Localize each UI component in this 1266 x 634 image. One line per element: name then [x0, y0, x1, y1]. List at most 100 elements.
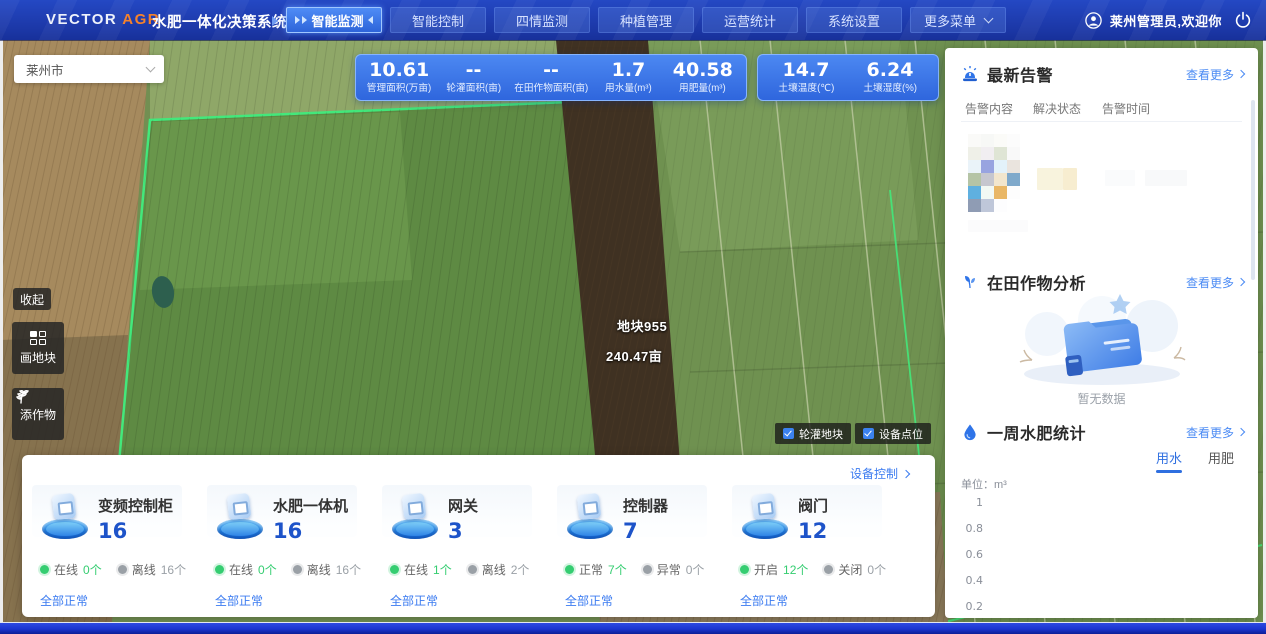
status-offline: 离线16个	[293, 561, 361, 578]
tab-system-settings[interactable]: 系统设置	[806, 7, 902, 33]
all-normal-link[interactable]: 全部正常	[565, 592, 740, 609]
device-card-gateway[interactable]: 网关 3 在线1个 离线2个 全部正常	[390, 491, 565, 609]
device-control-link[interactable]: 设备控制	[850, 465, 909, 482]
y-axis-tick: 0.2	[959, 600, 983, 613]
status-closed: 关闭0个	[824, 561, 886, 578]
mosaic-cell	[981, 186, 994, 199]
y-axis-tick: 0.4	[959, 574, 983, 587]
app-root: 莱州市 10.61 管理面积(万亩) -- 轮灌面积(亩) -- 在田作物面积(…	[0, 0, 1266, 634]
stat-managed-area: 10.61 管理面积(万亩)	[362, 58, 436, 97]
plot-area-label: 240.47亩	[606, 346, 662, 365]
device-cards: 变频控制柜 16 在线0个 离线16个 全部正常 水肥一体机 16	[40, 491, 925, 609]
device-card-vfd-cabinet[interactable]: 变频控制柜 16 在线0个 离线16个 全部正常	[40, 491, 215, 609]
status-offline: 离线16个	[118, 561, 186, 578]
device-card-valve[interactable]: 阀门 12 开启12个 关闭0个 全部正常	[740, 491, 915, 609]
tab-four-conditions[interactable]: 四情监测	[494, 7, 590, 33]
chevron-right-icon	[1237, 278, 1245, 286]
water-drop-icon	[961, 423, 979, 441]
collapse-button[interactable]: 收起	[13, 288, 51, 310]
checkbox-checked-icon[interactable]	[863, 428, 874, 439]
soil-stats-box: 14.7 土壤温度(℃) 6.24 土壤湿度(%)	[757, 54, 939, 101]
arrow-right-icon	[295, 16, 300, 24]
device-name: 水肥一体机	[273, 495, 348, 516]
device-name: 阀门	[798, 495, 828, 516]
mosaic-cell	[1007, 186, 1020, 199]
alerts-more-link[interactable]: 查看更多	[1186, 66, 1244, 83]
farm-stats-box: 10.61 管理面积(万亩) -- 轮灌面积(亩) -- 在田作物面积(亩) 1…	[355, 54, 747, 101]
device-card-controller[interactable]: 控制器 7 正常7个 异常0个 全部正常	[565, 491, 740, 609]
mosaic-cell	[994, 186, 1007, 199]
mosaic-cell	[968, 173, 981, 186]
city-selector-dropdown[interactable]: 莱州市	[14, 55, 164, 83]
all-normal-link[interactable]: 全部正常	[390, 592, 565, 609]
stat-water-usage: 1.7 用水量(m³)	[591, 58, 665, 97]
checkbox-checked-icon[interactable]	[783, 428, 794, 439]
status-online: 在线1个	[390, 561, 452, 578]
toggle-irrigation-plots[interactable]: 轮灌地块	[775, 423, 851, 444]
tab-planting-management[interactable]: 种植管理	[598, 7, 694, 33]
device-3d-icon	[215, 491, 265, 543]
col-resolve-status: 解决状态	[1033, 100, 1102, 117]
status-dot-gray	[643, 565, 652, 574]
logo: VECTORAGR	[46, 11, 160, 28]
status-dot-green	[565, 565, 574, 574]
user-greeting: 莱州管理员,欢迎你	[1110, 11, 1222, 30]
empty-state-text: 暂无数据	[945, 390, 1258, 407]
tab-smart-control[interactable]: 智能控制	[390, 7, 486, 33]
y-axis-tick: 0.6	[959, 548, 983, 561]
bottom-frame-bar	[0, 622, 1266, 634]
tab-smart-monitoring[interactable]: 智能监测	[286, 7, 382, 33]
device-count: 16	[98, 519, 173, 543]
stats-bar: 10.61 管理面积(万亩) -- 轮灌面积(亩) -- 在田作物面积(亩) 1…	[355, 54, 939, 101]
col-alert-content: 告警内容	[965, 100, 1033, 117]
toggle-device-points[interactable]: 设备点位	[855, 423, 931, 444]
mosaic-cell	[981, 134, 994, 147]
mosaic-cell	[994, 160, 1007, 173]
tab-fertilizer-usage[interactable]: 用肥	[1208, 448, 1234, 473]
draw-plot-button[interactable]: 画地块	[12, 322, 64, 374]
device-count: 16	[273, 519, 348, 543]
user-info[interactable]: 莱州管理员,欢迎你	[1085, 0, 1222, 40]
logo-vector-text: VECTOR	[46, 11, 117, 28]
chevron-right-icon	[1237, 70, 1245, 78]
device-count: 3	[448, 519, 478, 543]
device-count: 12	[798, 519, 828, 543]
stat-fertilizer-usage: 40.58 用肥量(m³)	[666, 58, 740, 97]
top-nav-bar: VECTORAGR 水肥一体化决策系统 智能监测 智能控制 四情监测 种植管理 …	[0, 0, 1266, 40]
tab-operation-stats[interactable]: 运营统计	[702, 7, 798, 33]
nav-tabs: 智能监测 智能控制 四情监测 种植管理 运营统计 系统设置 更多菜单	[286, 7, 1006, 33]
mosaic-block	[1145, 170, 1187, 186]
weekly-more-link[interactable]: 查看更多	[1186, 424, 1244, 441]
status-dot-green	[740, 565, 749, 574]
tab-water-usage[interactable]: 用水	[1156, 448, 1182, 473]
divider	[961, 121, 1242, 122]
status-online: 在线0个	[215, 561, 277, 578]
mosaic-cell	[1007, 160, 1020, 173]
grid-icon	[30, 331, 46, 345]
add-crop-button[interactable]: 添作物	[12, 388, 64, 440]
mosaic-cell	[994, 173, 1007, 186]
user-avatar-icon	[1085, 12, 1102, 29]
status-dot-gray	[118, 565, 127, 574]
wheat-icon	[12, 388, 30, 404]
y-axis-tick: 1	[959, 496, 983, 509]
empty-state-illustration	[992, 286, 1212, 390]
window-frame-left	[0, 40, 3, 622]
power-icon[interactable]	[1234, 11, 1252, 29]
mosaic-cell	[994, 134, 1007, 147]
all-normal-link[interactable]: 全部正常	[215, 592, 390, 609]
device-name: 变频控制柜	[98, 495, 173, 516]
alert-mosaic-grid	[968, 134, 1020, 212]
arrow-left-icon	[368, 16, 373, 24]
device-card-fertigation-machine[interactable]: 水肥一体机 16 在线0个 离线16个 全部正常	[215, 491, 390, 609]
device-name: 控制器	[623, 495, 668, 516]
tab-more-menu[interactable]: 更多菜单	[910, 7, 1006, 33]
mosaic-cell	[981, 173, 994, 186]
sidebar-scrollbar[interactable]	[1251, 100, 1255, 280]
plot-label[interactable]: 地块955	[617, 316, 667, 335]
all-normal-link[interactable]: 全部正常	[40, 592, 215, 609]
device-3d-icon	[390, 491, 440, 543]
all-normal-link[interactable]: 全部正常	[740, 592, 915, 609]
device-count: 7	[623, 519, 668, 543]
device-3d-icon	[40, 491, 90, 543]
